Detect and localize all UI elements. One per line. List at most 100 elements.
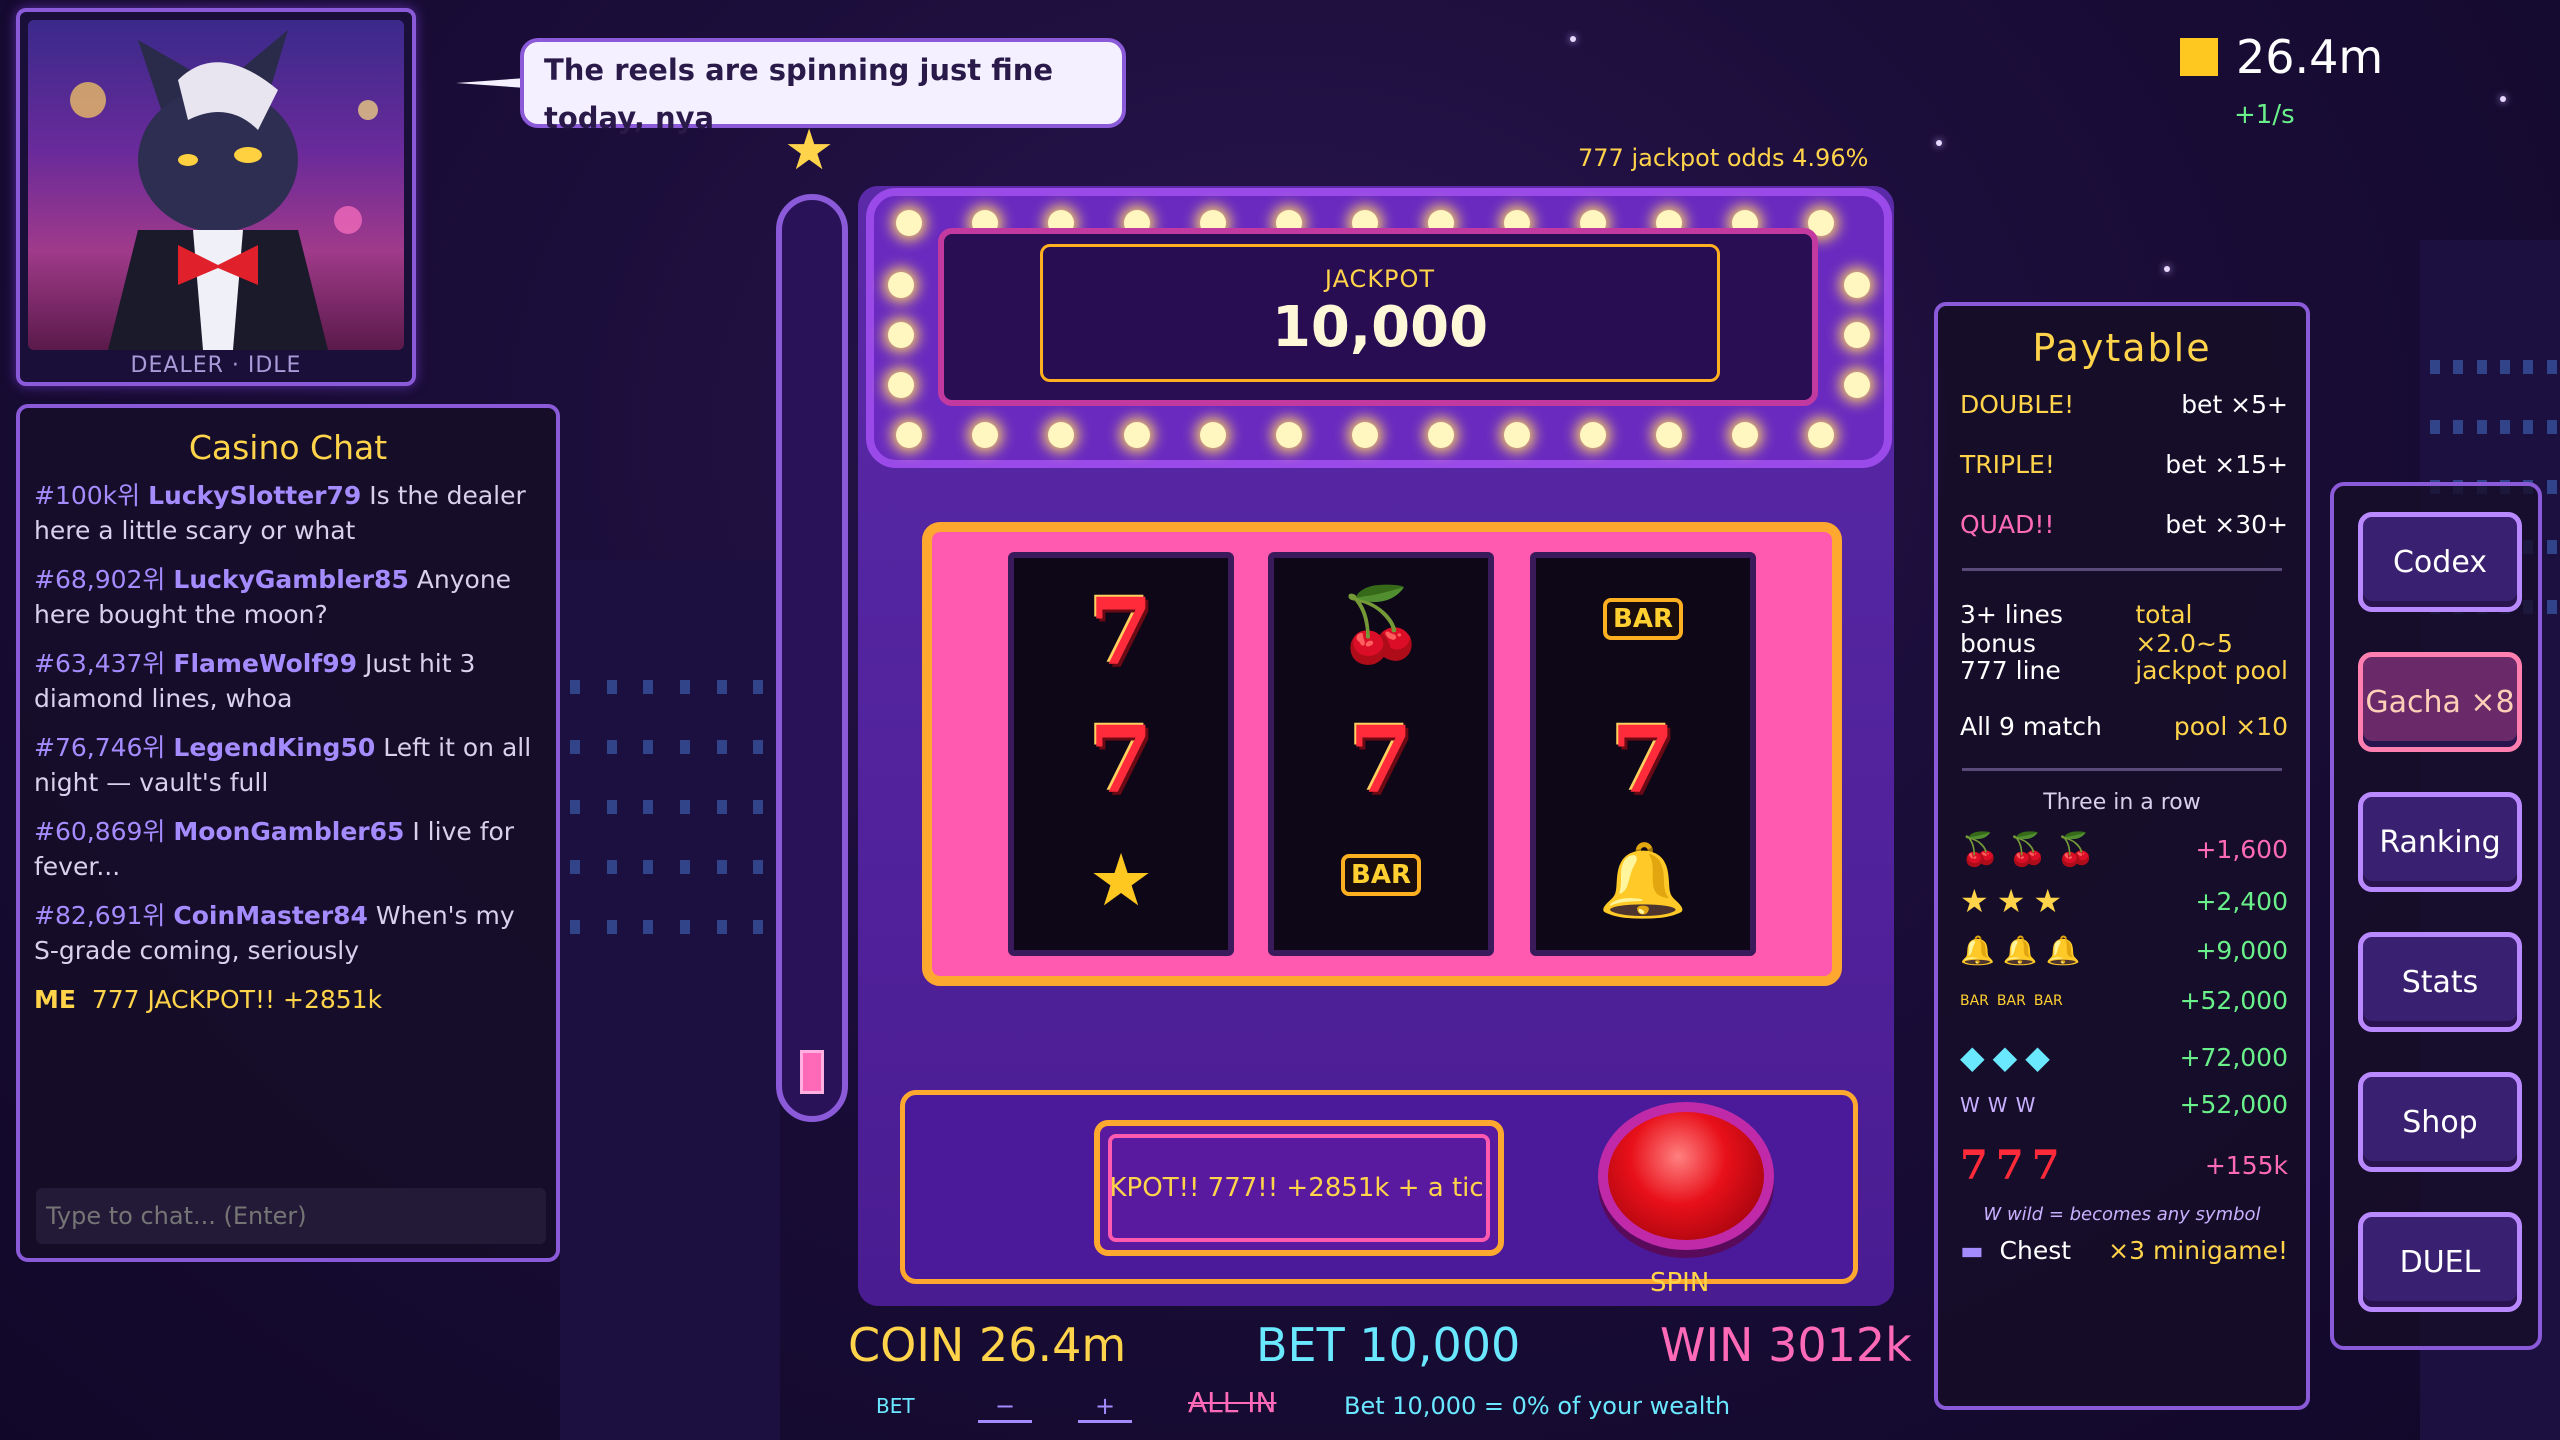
jackpot-odds: 777 jackpot odds 4.96% [1578,144,1869,172]
chat-message-me: ME 777 JACKPOT!! +2851k [34,985,383,1014]
duel-button[interactable]: DUEL [2358,1212,2522,1312]
marquee-bulb [1656,422,1682,448]
marquee-bulb [1580,422,1606,448]
spin-button[interactable] [1598,1102,1774,1250]
building-window [753,740,764,754]
building-window [2523,420,2534,434]
paytable-row: 🔔 🔔 🔔 +9,000 [1960,934,2288,967]
building-window [2453,420,2464,434]
marquee-bulb [1844,272,1870,298]
cherry-symbol: 🍒 [1336,582,1426,666]
seven-symbol: 7 [1088,578,1153,686]
result-message-box: ACKPOT!! 777!! +2851k + a ticket [1094,1120,1504,1256]
paytable-row: BAR BAR BAR +52,000 [1960,986,2288,1015]
divider [1962,568,2282,571]
marquee-bulb [896,210,922,236]
seven-symbol: 7 [1610,706,1675,814]
chat-message: #82,691위 CoinMaster84 When's my S-grade … [34,901,515,965]
coin-rate: +1/s [2234,100,2295,130]
marquee-bulb [1048,422,1074,448]
building-window [643,800,654,814]
paytable-title: Paytable [2032,326,2212,370]
building-window [2500,420,2510,434]
marquee-bulb [888,372,914,398]
sparkle-star [2500,96,2506,102]
paytable-row: 7 7 7 +155k [1960,1142,2288,1189]
bell-symbol: 🔔 [1598,838,1688,922]
building-window [716,800,727,814]
jackpot-label: JACKPOT [1324,265,1436,293]
building-window [680,740,690,754]
building-window [2453,360,2464,374]
paytable-row: 🍒 🍒 🍒 +1,600 [1960,830,2288,868]
paytable-chest: ▬ Chest ×3 minigame! [1960,1236,2288,1265]
building-window [680,920,690,934]
chat-message: #68,902위 LuckyGambler85 Anyone here boug… [34,565,512,629]
sparkle-star [1936,140,1942,146]
marquee-bulb [1732,422,1758,448]
chat-message: #60,869위 MoonGambler65 I live for fever.… [34,817,515,881]
all-in-button[interactable]: ALL IN [1188,1386,1276,1419]
bar-symbol: BAR [1274,854,1488,896]
building-window [570,800,580,814]
reel-1: 7 7 ★ [1008,552,1234,956]
building-window [716,680,727,694]
building-window [753,920,764,934]
paytable-bonus: 3+ lines bonus total ×2.0~5 [1960,600,2233,658]
building-window [2476,420,2487,434]
building-window [570,860,580,874]
sparkle-star [2164,266,2170,272]
stats-button[interactable]: Stats [2358,932,2522,1032]
win-status: WIN 3012k [1660,1318,1912,1372]
wallet-coins: 26.4m [2236,30,2384,84]
marquee-bulb [1428,422,1454,448]
bell-icon: 🔔 🔔 🔔 [1960,934,2081,967]
building-window [606,920,617,934]
ranking-button[interactable]: Ranking [2358,792,2522,892]
building-window [643,920,654,934]
shop-button[interactable]: Shop [2358,1072,2522,1172]
jackpot-value: 10,000 [1271,295,1489,360]
paytable-panel: Paytable DOUBLE! bet ×5+ TRIPLE! bet ×15+ … [1934,302,2310,1410]
jackpot-display: JACKPOT 10,000 [1040,244,1720,382]
marquee-bulb [1844,322,1870,348]
reel-2: 🍒 7 BAR [1268,552,1494,956]
paytable-bonus: All 9 match pool ×10 [1960,712,2288,741]
building-window [2546,420,2557,434]
building-window [716,920,727,934]
building-window [680,680,690,694]
marquee-bulb [1504,422,1530,448]
building-window [2476,360,2487,374]
wild-note: W wild = becomes any symbol [1983,1204,2261,1225]
city-skyline-left [560,560,780,1440]
building-window [2546,360,2557,374]
sparkle-star [1570,36,1576,42]
gacha-button[interactable]: Gacha ×8 [2358,652,2522,752]
result-message: ACKPOT!! 777!! +2851k + a ticket [1108,1134,1490,1242]
reel-3: BAR 7 🔔 [1530,552,1756,956]
building-window [606,680,617,694]
seven-icon: 777 [1960,1142,2060,1189]
chat-input[interactable] [36,1188,546,1244]
marquee-bulb [1352,422,1378,448]
bar-icon: BAR BAR BAR [1960,992,2063,1009]
paytable-combo: TRIPLE! bet ×15+ [1960,450,2288,479]
marquee-bulb [888,322,914,348]
building-window [2546,600,2557,614]
dealer-portrait[interactable]: DEALER · IDLE [16,8,416,386]
bet-label: BET [876,1394,915,1418]
bet-plus-button[interactable]: + [1078,1392,1132,1423]
building-window [643,860,654,874]
building-window [643,740,654,754]
wild-icon: WWW [1960,1092,2036,1117]
building-window [753,860,764,874]
dealer-speech-bubble: The reels are spinning just fine today, … [520,38,1126,135]
wealth-text: Bet 10,000 = 0% of your wealth [1344,1392,1731,1420]
chest-icon: ▬ [1960,1236,1984,1265]
spin-label: SPIN [1650,1268,1710,1298]
coin-icon [2180,38,2218,76]
codex-button[interactable]: Codex [2358,512,2522,612]
bet-minus-button[interactable]: − [978,1392,1032,1423]
marquee-bulb [972,422,998,448]
bar-symbol: BAR [1536,598,1750,640]
